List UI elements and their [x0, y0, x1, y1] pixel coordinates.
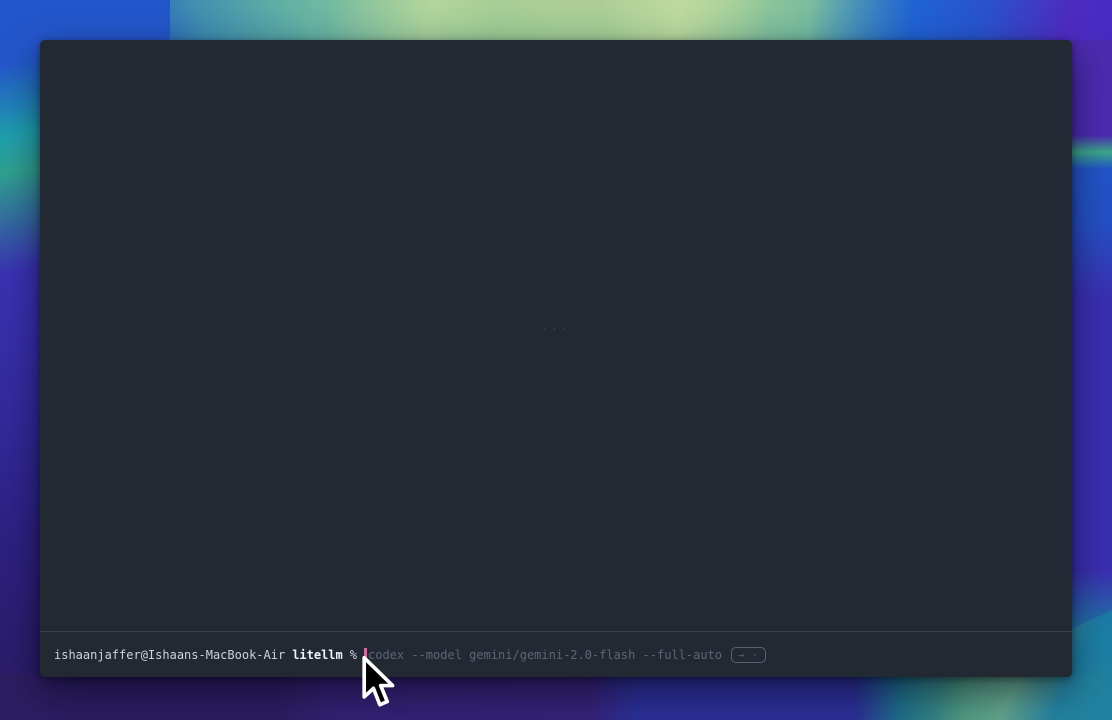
- accept-suggestion-key-badge: → ·: [731, 647, 766, 663]
- autosuggestion-text[interactable]: codex --model gemini/gemini-2.0-flash --…: [368, 648, 722, 663]
- prompt-symbol: %: [350, 648, 357, 663]
- prompt-directory: litellm: [292, 648, 343, 663]
- input-area-divider: [40, 631, 1072, 632]
- wallpaper-top-right-band: [812, 0, 1112, 44]
- prompt-user-host: ishaanjaffer@Ishaans-MacBook-Air: [54, 648, 285, 663]
- terminal-prompt-line[interactable]: ishaanjaffer@Ishaans-MacBook-Air litellm%…: [54, 633, 1062, 677]
- collapsed-output-indicator: ···: [40, 323, 1072, 336]
- terminal-window[interactable]: ··· ishaanjaffer@Ishaans-MacBook-Air lite…: [40, 40, 1072, 677]
- terminal-scrollback: ···: [40, 40, 1072, 632]
- wallpaper-light-beams: [330, 0, 890, 42]
- desktop-wallpaper: ··· ishaanjaffer@Ishaans-MacBook-Air lite…: [0, 0, 1112, 720]
- mouse-cursor: [358, 655, 396, 709]
